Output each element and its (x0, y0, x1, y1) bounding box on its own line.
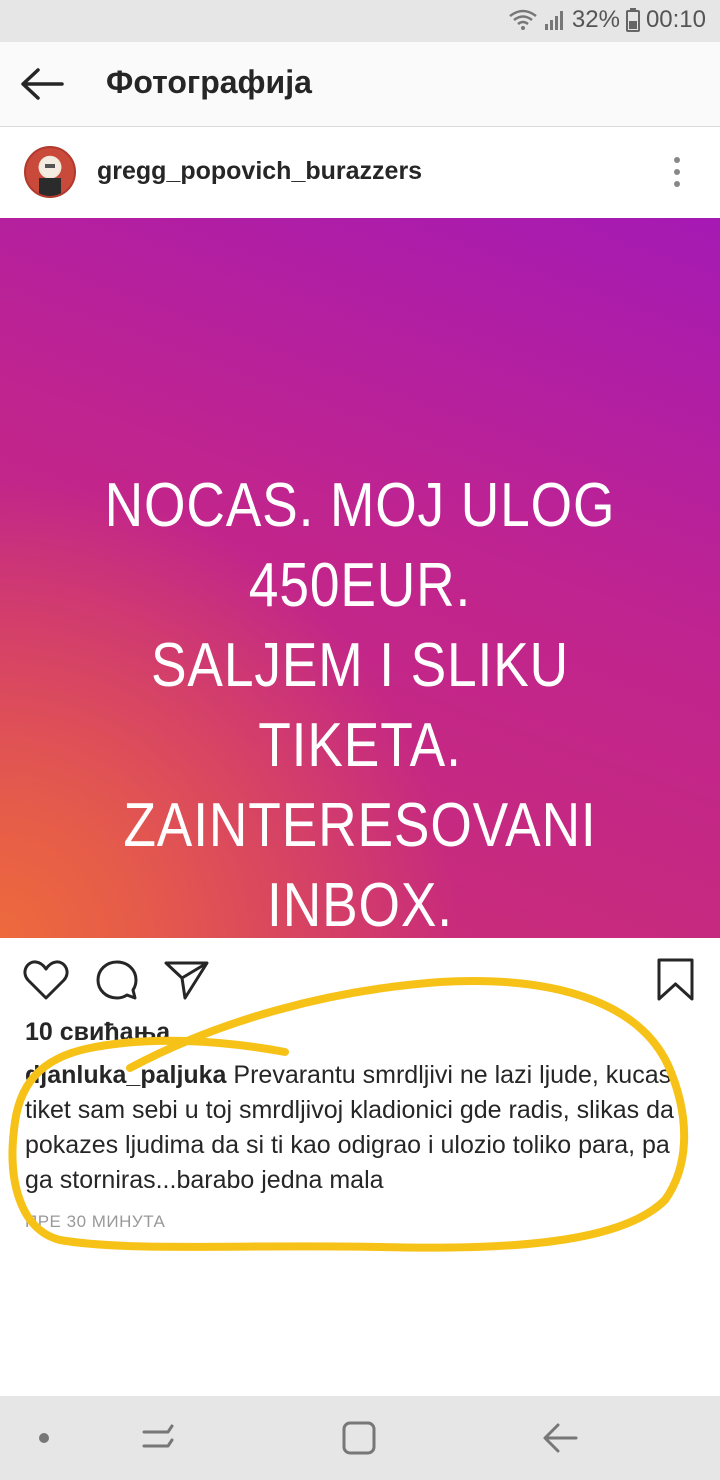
like-button[interactable] (22, 958, 70, 1002)
heart-icon (23, 960, 69, 1000)
likes-count[interactable]: 10 свиђања (25, 1018, 170, 1047)
system-nav-bar (0, 1396, 720, 1480)
post-header: gregg_popovich_burazzers (0, 127, 720, 217)
signal-icon (544, 11, 563, 30)
comment-icon (96, 960, 138, 1000)
nav-dot-button[interactable] (20, 1414, 68, 1462)
caption-username[interactable]: djanluka_paljuka (25, 1061, 226, 1089)
clock: 00:10 (645, 6, 706, 33)
comment-button[interactable] (93, 958, 141, 1002)
bookmark-icon (657, 958, 694, 1001)
battery-icon (625, 8, 640, 32)
status-icons: 32% 00:10 (508, 6, 706, 34)
recent-apps-button[interactable] (134, 1414, 182, 1462)
home-button[interactable] (335, 1414, 383, 1462)
home-icon (342, 1421, 376, 1455)
wifi-icon (509, 9, 537, 30)
post-image-line: NOCAS. MOJ ULOG 450EUR. (104, 471, 616, 620)
post-image-text: NOCAS. MOJ ULOG 450EUR. SALJEM I SLIKU T… (50, 466, 669, 946)
post-image-line: ZAINTERESOVANI INBOX. (123, 791, 597, 940)
avatar[interactable] (24, 146, 76, 198)
back-arrow-icon (21, 68, 64, 100)
share-icon (164, 961, 209, 1000)
share-button[interactable] (163, 958, 211, 1002)
recent-apps-icon (142, 1424, 174, 1448)
post-timestamp: ПРЕ 30 МИНУТА (25, 1212, 166, 1231)
bookmark-button[interactable] (652, 958, 700, 1002)
nav-back-button[interactable] (536, 1414, 584, 1462)
back-icon (543, 1423, 578, 1453)
dot-icon (39, 1433, 49, 1443)
more-options-button[interactable] (662, 155, 692, 189)
post-caption: djanluka_paljuka Prevarantu smrdljivi ne… (25, 1058, 675, 1198)
post-username[interactable]: gregg_popovich_burazzers (97, 157, 422, 186)
app-bar: Фотографија (0, 42, 720, 127)
post-actions (0, 940, 720, 1020)
battery-percent: 32% (571, 6, 620, 33)
back-button[interactable] (18, 62, 66, 106)
status-bar: 32% 00:10 (0, 0, 720, 42)
post-image[interactable]: NOCAS. MOJ ULOG 450EUR. SALJEM I SLIKU T… (0, 218, 720, 940)
avatar-portrait-icon (39, 157, 61, 196)
more-vertical-icon (674, 157, 680, 187)
page-title: Фотографија (106, 64, 312, 100)
post-image-line: SALJEM I SLIKU TIKETA. (150, 631, 570, 780)
